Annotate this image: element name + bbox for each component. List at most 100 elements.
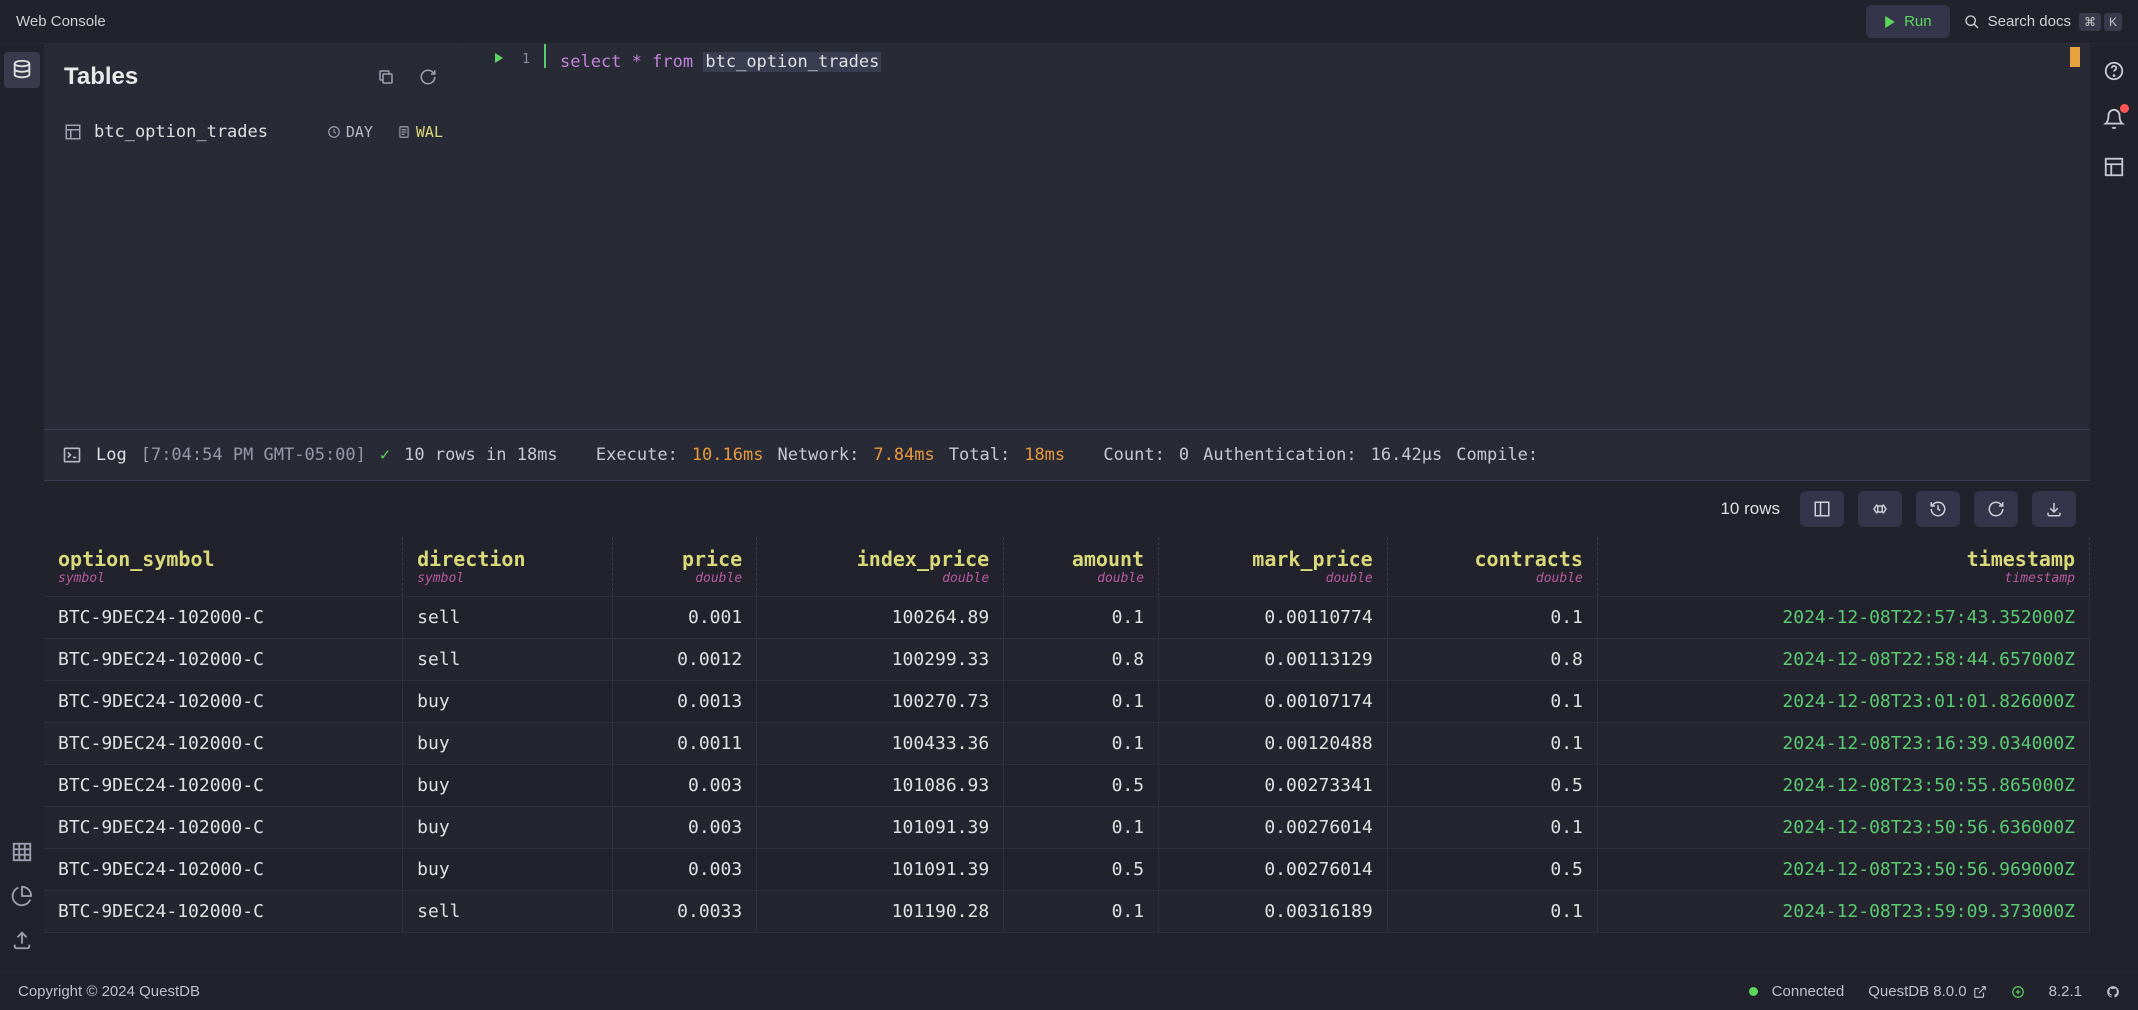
results-toolbar: 10 rows bbox=[44, 481, 2090, 537]
move-columns-button[interactable] bbox=[1858, 491, 1902, 527]
cell-option_symbol: BTC-9DEC24-102000-C bbox=[44, 639, 403, 681]
results-grid[interactable]: option_symbolsymboldirectionsymbolpriced… bbox=[44, 537, 2090, 972]
search-docs-button[interactable]: Search docs ⌘ K bbox=[1964, 13, 2122, 31]
history-button[interactable] bbox=[1916, 491, 1960, 527]
cell-amount: 0.1 bbox=[1004, 723, 1159, 765]
check-icon: ✓ bbox=[380, 445, 390, 465]
cell-timestamp: 2024-12-08T22:57:43.352000Z bbox=[1597, 597, 2089, 639]
log-icon bbox=[62, 445, 82, 465]
table-row[interactable]: BTC-9DEC24-102000-Cbuy0.0013100270.730.1… bbox=[44, 681, 2090, 723]
freeze-columns-button[interactable] bbox=[1800, 491, 1844, 527]
refresh-results-button[interactable] bbox=[1974, 491, 2018, 527]
github-link[interactable] bbox=[2106, 985, 2120, 999]
wal-badge: WAL bbox=[397, 123, 443, 141]
log-label: Log bbox=[96, 445, 127, 465]
connected-dot-icon bbox=[1749, 987, 1758, 996]
notification-dot bbox=[2120, 104, 2129, 113]
partition-badge: DAY bbox=[327, 123, 373, 141]
table-row[interactable]: BTC-9DEC24-102000-Csell0.0012100299.330.… bbox=[44, 639, 2090, 681]
doc-icon bbox=[397, 125, 411, 139]
cell-index_price: 100299.33 bbox=[757, 639, 1004, 681]
tables-sidebar: Tables btc_option_trades DAY bbox=[44, 44, 464, 429]
cell-mark_price: 0.00273341 bbox=[1159, 765, 1388, 807]
cell-option_symbol: BTC-9DEC24-102000-C bbox=[44, 891, 403, 933]
copy-icon[interactable] bbox=[371, 62, 401, 92]
copyright: Copyright © 2024 QuestDB bbox=[18, 983, 200, 1000]
cell-amount: 0.5 bbox=[1004, 765, 1159, 807]
cell-contracts: 0.8 bbox=[1387, 639, 1597, 681]
table-row[interactable]: BTC-9DEC24-102000-Csell0.0033101190.280.… bbox=[44, 891, 2090, 933]
cell-index_price: 100433.36 bbox=[757, 723, 1004, 765]
main-area: Tables btc_option_trades DAY bbox=[0, 44, 2138, 972]
log-bar: Log [7:04:54 PM GMT-05:00] ✓ 10 rows in … bbox=[44, 429, 2090, 481]
results-table: option_symbolsymboldirectionsymbolpriced… bbox=[44, 537, 2090, 933]
grid-icon[interactable] bbox=[4, 834, 40, 870]
column-header-contracts[interactable]: contractsdouble bbox=[1387, 537, 1597, 597]
editor-marker bbox=[2070, 47, 2080, 67]
cell-price: 0.001 bbox=[613, 597, 757, 639]
sql-editor[interactable]: 1 select * from btc_option_trades bbox=[464, 44, 2090, 429]
cell-timestamp: 2024-12-08T23:59:09.373000Z bbox=[1597, 891, 2089, 933]
line-number: 1 bbox=[522, 52, 530, 67]
refresh-icon[interactable] bbox=[413, 62, 443, 92]
column-header-option_symbol[interactable]: option_symbolsymbol bbox=[44, 537, 403, 597]
clock-icon bbox=[327, 125, 341, 139]
version-link[interactable]: QuestDB 8.0.0 bbox=[1868, 983, 1986, 1000]
search-icon bbox=[1964, 14, 1980, 30]
log-rows-msg: 10 rows in 18ms bbox=[404, 445, 558, 465]
table-row[interactable]: BTC-9DEC24-102000-Cbuy0.003101086.930.50… bbox=[44, 765, 2090, 807]
table-entry[interactable]: btc_option_trades DAY WAL bbox=[44, 110, 463, 154]
cell-direction: buy bbox=[403, 681, 613, 723]
cell-price: 0.003 bbox=[613, 765, 757, 807]
content-column: Tables btc_option_trades DAY bbox=[44, 44, 2090, 972]
cell-timestamp: 2024-12-08T23:50:55.865000Z bbox=[1597, 765, 2089, 807]
column-header-mark_price[interactable]: mark_pricedouble bbox=[1159, 537, 1388, 597]
cell-direction: sell bbox=[403, 891, 613, 933]
cell-timestamp: 2024-12-08T23:50:56.636000Z bbox=[1597, 807, 2089, 849]
cell-option_symbol: BTC-9DEC24-102000-C bbox=[44, 807, 403, 849]
notifications-icon[interactable] bbox=[2097, 102, 2131, 136]
search-docs-label: Search docs bbox=[1988, 13, 2071, 30]
gutter-play-icon[interactable] bbox=[494, 52, 504, 67]
run-button[interactable]: Run bbox=[1866, 5, 1950, 38]
column-header-amount[interactable]: amountdouble bbox=[1004, 537, 1159, 597]
cell-option_symbol: BTC-9DEC24-102000-C bbox=[44, 765, 403, 807]
column-header-direction[interactable]: directionsymbol bbox=[403, 537, 613, 597]
upper-row: Tables btc_option_trades DAY bbox=[44, 44, 2090, 429]
table-header-row: option_symbolsymboldirectionsymbolpriced… bbox=[44, 537, 2090, 597]
table-row[interactable]: BTC-9DEC24-102000-Cbuy0.003101091.390.10… bbox=[44, 807, 2090, 849]
column-header-timestamp[interactable]: timestamptimestamp bbox=[1597, 537, 2089, 597]
upload-icon[interactable] bbox=[4, 922, 40, 958]
cell-mark_price: 0.00113129 bbox=[1159, 639, 1388, 681]
database-tab-icon[interactable] bbox=[4, 52, 40, 88]
cell-price: 0.0033 bbox=[613, 891, 757, 933]
app-title: Web Console bbox=[16, 13, 1866, 30]
add-version-icon[interactable] bbox=[2011, 985, 2025, 999]
kbd-shortcut: ⌘ K bbox=[2079, 13, 2122, 31]
help-icon[interactable] bbox=[2097, 54, 2131, 88]
pie-chart-icon[interactable] bbox=[4, 878, 40, 914]
cell-index_price: 100270.73 bbox=[757, 681, 1004, 723]
table-row[interactable]: BTC-9DEC24-102000-Cbuy0.0011100433.360.1… bbox=[44, 723, 2090, 765]
cell-timestamp: 2024-12-08T23:16:39.034000Z bbox=[1597, 723, 2089, 765]
cell-timestamp: 2024-12-08T23:50:56.969000Z bbox=[1597, 849, 2089, 891]
cell-price: 0.0013 bbox=[613, 681, 757, 723]
footer: Copyright © 2024 QuestDB Connected Quest… bbox=[0, 972, 2138, 1010]
external-link-icon bbox=[1973, 985, 1987, 999]
cell-contracts: 0.1 bbox=[1387, 723, 1597, 765]
run-label: Run bbox=[1904, 13, 1932, 30]
table-row[interactable]: BTC-9DEC24-102000-Cbuy0.003101091.390.50… bbox=[44, 849, 2090, 891]
cell-contracts: 0.1 bbox=[1387, 681, 1597, 723]
table-row[interactable]: BTC-9DEC24-102000-Csell0.001100264.890.1… bbox=[44, 597, 2090, 639]
panel-icon[interactable] bbox=[2097, 150, 2131, 184]
github-icon bbox=[2106, 985, 2120, 999]
cell-amount: 0.1 bbox=[1004, 891, 1159, 933]
column-header-index_price[interactable]: index_pricedouble bbox=[757, 537, 1004, 597]
cell-mark_price: 0.00276014 bbox=[1159, 807, 1388, 849]
cell-direction: buy bbox=[403, 849, 613, 891]
cell-mark_price: 0.00110774 bbox=[1159, 597, 1388, 639]
download-button[interactable] bbox=[2032, 491, 2076, 527]
cell-index_price: 101086.93 bbox=[757, 765, 1004, 807]
column-header-price[interactable]: pricedouble bbox=[613, 537, 757, 597]
cell-direction: sell bbox=[403, 597, 613, 639]
